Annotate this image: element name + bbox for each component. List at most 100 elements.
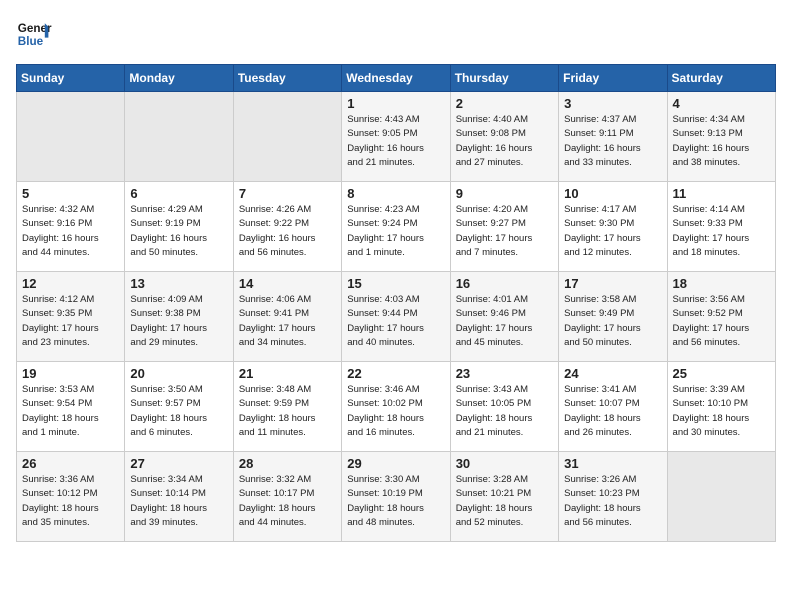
day-info: Sunrise: 4:12 AM Sunset: 9:35 PM Dayligh… [22,293,119,350]
calendar-cell: 4 Sunrise: 4:34 AM Sunset: 9:13 PM Daylig… [667,92,775,182]
day-info: Sunrise: 4:03 AM Sunset: 9:44 PM Dayligh… [347,293,444,350]
calendar-cell [233,92,341,182]
calendar-cell: 24 Sunrise: 3:41 AM Sunset: 10:07 PM Dayl… [559,362,667,452]
day-number: 6 [130,186,227,201]
calendar-cell: 13 Sunrise: 4:09 AM Sunset: 9:38 PM Dayli… [125,272,233,362]
day-info: Sunrise: 3:26 AM Sunset: 10:23 PM Daylig… [564,473,661,530]
day-number: 13 [130,276,227,291]
day-info: Sunrise: 4:32 AM Sunset: 9:16 PM Dayligh… [22,203,119,260]
calendar-cell: 18Sunrise: 3:56 AM Sunset: 9:52 PM Dayli… [667,272,775,362]
day-number: 8 [347,186,444,201]
calendar-cell: 8 Sunrise: 4:23 AM Sunset: 9:24 PM Daylig… [342,182,450,272]
calendar-cell: 5 Sunrise: 4:32 AM Sunset: 9:16 PM Daylig… [17,182,125,272]
weekday-header: Sunday [17,65,125,92]
weekday-header: Friday [559,65,667,92]
day-number: 24 [564,366,661,381]
weekday-header: Tuesday [233,65,341,92]
weekday-header: Saturday [667,65,775,92]
weekday-header: Monday [125,65,233,92]
calendar-cell: 26Sunrise: 3:36 AM Sunset: 10:12 PM Dayl… [17,452,125,542]
calendar-table: SundayMondayTuesdayWednesdayThursdayFrid… [16,64,776,542]
day-info: Sunrise: 3:58 AM Sunset: 9:49 PM Dayligh… [564,293,661,350]
logo-icon: General Blue [16,16,52,52]
day-number: 10 [564,186,661,201]
calendar-cell: 16 Sunrise: 4:01 AM Sunset: 9:46 PM Dayli… [450,272,558,362]
calendar-cell: 28 Sunrise: 3:32 AM Sunset: 10:17 PM Dayl… [233,452,341,542]
day-info: Sunrise: 4:17 AM Sunset: 9:30 PM Dayligh… [564,203,661,260]
day-info: Sunrise: 3:48 AM Sunset: 9:59 PM Dayligh… [239,383,336,440]
day-number: 21 [239,366,336,381]
day-number: 16 [456,276,553,291]
weekday-header: Thursday [450,65,558,92]
weekday-header: Wednesday [342,65,450,92]
calendar-cell [17,92,125,182]
day-number: 14 [239,276,336,291]
day-number: 2 [456,96,553,111]
day-info: Sunrise: 3:43 AM Sunset: 10:05 PM Daylig… [456,383,553,440]
day-number: 20 [130,366,227,381]
day-info: Sunrise: 4:06 AM Sunset: 9:41 PM Dayligh… [239,293,336,350]
day-number: 11 [673,186,770,201]
day-info: Sunrise: 4:26 AM Sunset: 9:22 PM Dayligh… [239,203,336,260]
day-number: 30 [456,456,553,471]
day-number: 3 [564,96,661,111]
day-number: 23 [456,366,553,381]
day-info: Sunrise: 4:43 AM Sunset: 9:05 PM Dayligh… [347,113,444,170]
day-info: Sunrise: 4:20 AM Sunset: 9:27 PM Dayligh… [456,203,553,260]
day-info: Sunrise: 4:23 AM Sunset: 9:24 PM Dayligh… [347,203,444,260]
calendar-cell: 19 Sunrise: 3:53 AM Sunset: 9:54 PM Dayli… [17,362,125,452]
day-number: 26 [22,456,119,471]
day-info: Sunrise: 4:37 AM Sunset: 9:11 PM Dayligh… [564,113,661,170]
day-info: Sunrise: 4:34 AM Sunset: 9:13 PM Dayligh… [673,113,770,170]
day-number: 27 [130,456,227,471]
day-number: 18 [673,276,770,291]
day-number: 31 [564,456,661,471]
day-number: 4 [673,96,770,111]
day-info: Sunrise: 3:28 AM Sunset: 10:21 PM Daylig… [456,473,553,530]
calendar-cell: 22 Sunrise: 3:46 AM Sunset: 10:02 PM Dayl… [342,362,450,452]
calendar-cell: 25 Sunrise: 3:39 AM Sunset: 10:10 PM Dayl… [667,362,775,452]
calendar-cell: 9 Sunrise: 4:20 AM Sunset: 9:27 PM Daylig… [450,182,558,272]
day-number: 17 [564,276,661,291]
day-info: Sunrise: 4:29 AM Sunset: 9:19 PM Dayligh… [130,203,227,260]
calendar-cell: 6 Sunrise: 4:29 AM Sunset: 9:19 PM Daylig… [125,182,233,272]
calendar-cell: 12 Sunrise: 4:12 AM Sunset: 9:35 PM Dayli… [17,272,125,362]
calendar-cell: 27 Sunrise: 3:34 AM Sunset: 10:14 PM Dayl… [125,452,233,542]
day-info: Sunrise: 3:30 AM Sunset: 10:19 PM Daylig… [347,473,444,530]
day-number: 12 [22,276,119,291]
day-number: 22 [347,366,444,381]
day-number: 28 [239,456,336,471]
calendar-cell: 31 Sunrise: 3:26 AM Sunset: 10:23 PM Dayl… [559,452,667,542]
calendar-cell: 14 Sunrise: 4:06 AM Sunset: 9:41 PM Dayli… [233,272,341,362]
day-info: Sunrise: 4:01 AM Sunset: 9:46 PM Dayligh… [456,293,553,350]
calendar-cell: 23 Sunrise: 3:43 AM Sunset: 10:05 PM Dayl… [450,362,558,452]
calendar-cell: 17 Sunrise: 3:58 AM Sunset: 9:49 PM Dayli… [559,272,667,362]
svg-text:Blue: Blue [18,35,44,48]
day-info: Sunrise: 3:53 AM Sunset: 9:54 PM Dayligh… [22,383,119,440]
day-info: Sunrise: 3:50 AM Sunset: 9:57 PM Dayligh… [130,383,227,440]
day-number: 5 [22,186,119,201]
logo: General Blue [16,16,52,52]
day-number: 25 [673,366,770,381]
day-info: Sunrise: 4:09 AM Sunset: 9:38 PM Dayligh… [130,293,227,350]
calendar-cell: 20 Sunrise: 3:50 AM Sunset: 9:57 PM Dayli… [125,362,233,452]
calendar-cell: 10 Sunrise: 4:17 AM Sunset: 9:30 PM Dayli… [559,182,667,272]
page-header: General Blue [16,16,776,52]
calendar-cell: 30 Sunrise: 3:28 AM Sunset: 10:21 PM Dayl… [450,452,558,542]
day-number: 7 [239,186,336,201]
day-info: Sunrise: 3:46 AM Sunset: 10:02 PM Daylig… [347,383,444,440]
day-info: Sunrise: 4:40 AM Sunset: 9:08 PM Dayligh… [456,113,553,170]
day-info: Sunrise: 3:34 AM Sunset: 10:14 PM Daylig… [130,473,227,530]
day-number: 19 [22,366,119,381]
day-info: Sunrise: 3:39 AM Sunset: 10:10 PM Daylig… [673,383,770,440]
day-number: 29 [347,456,444,471]
day-number: 1 [347,96,444,111]
calendar-cell [667,452,775,542]
day-info: Sunrise: 3:41 AM Sunset: 10:07 PM Daylig… [564,383,661,440]
day-info: Sunrise: 3:32 AM Sunset: 10:17 PM Daylig… [239,473,336,530]
day-number: 9 [456,186,553,201]
calendar-cell: 2 Sunrise: 4:40 AM Sunset: 9:08 PM Daylig… [450,92,558,182]
calendar-cell: 7 Sunrise: 4:26 AM Sunset: 9:22 PM Daylig… [233,182,341,272]
calendar-cell: 29 Sunrise: 3:30 AM Sunset: 10:19 PM Dayl… [342,452,450,542]
calendar-cell: 15Sunrise: 4:03 AM Sunset: 9:44 PM Dayli… [342,272,450,362]
